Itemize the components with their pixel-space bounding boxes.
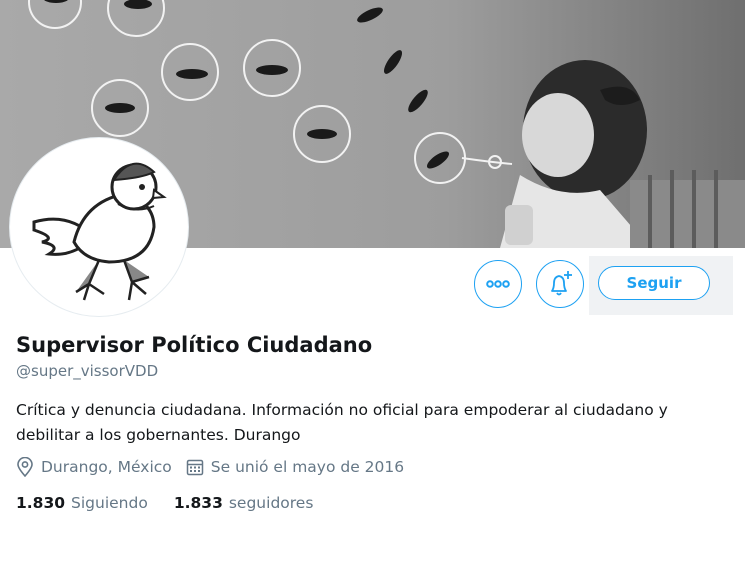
notifications-button[interactable] [536,260,584,308]
profile-handle: @super_vissorVDD [16,362,159,380]
profile-bio: Crítica y denuncia ciudadana. Informació… [16,401,668,444]
followers-label: seguidores [228,494,314,512]
joined-text: Se unió el mayo de 2016 [210,458,405,476]
location-text: Durango, México [41,458,172,476]
following-count: 1.830 [16,494,66,512]
follow-button[interactable]: Seguir [598,266,710,300]
profile-avatar[interactable] [10,138,188,316]
follow-button-container: Seguir [589,256,733,315]
more-options-icon [486,280,510,288]
following-link[interactable]: 1.830 Siguiendo [16,494,148,512]
more-options-button[interactable] [474,260,522,308]
location-pin-icon [17,457,33,477]
followers-link[interactable]: 1.833 seguidores [174,494,314,512]
location-item: Durango, México [16,457,172,477]
profile-stats: 1.830 Siguiendo 1.833 seguidores [16,494,339,512]
notification-bell-icon [551,271,572,296]
calendar-icon [186,459,204,476]
followers-count: 1.833 [173,494,223,512]
pigeon-avatar-image [14,142,184,312]
profile-name: Supervisor Político Ciudadano [16,333,373,357]
following-label: Siguiendo [71,494,148,512]
joined-item: Se unió el mayo de 2016 [186,458,404,476]
profile-meta: Durango, México Se unió el mayo de 2016 [16,457,418,477]
